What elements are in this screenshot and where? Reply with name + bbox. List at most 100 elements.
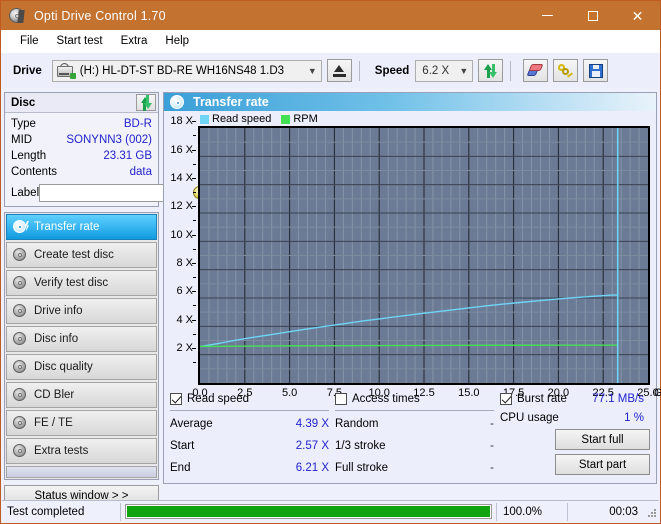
disc-row-contents: Contents data: [11, 164, 152, 180]
drive-select-value: (H:) HL-DT-ST BD-RE WH16NS48 1.D3: [79, 64, 285, 77]
sidebar-item-label: Disc info: [34, 333, 79, 345]
drive-toolbar: Drive (H:) HL-DT-ST BD-RE WH16NS48 1.D3 …: [1, 52, 660, 88]
disc-icon: [12, 275, 28, 291]
disc-panel-title: Disc: [11, 96, 36, 109]
sidebar: Disc Type BD-R MID SONYNN3 (002) Length …: [4, 92, 208, 507]
legend-label-rpm: RPM: [293, 113, 318, 126]
y-tick-label: 4 X: [176, 313, 193, 326]
end-key: End: [170, 462, 191, 474]
y-axis-labels: 2 X 4 X 6 X 8 X 10 X 12 X 14 X 16 X 18 X: [164, 115, 196, 390]
y-tick-label: 8 X: [176, 256, 193, 269]
burst-rate-value: 77.1 MB/s: [592, 392, 644, 405]
progress-percent: 100.0%: [503, 505, 543, 518]
y-tick-mark: [192, 234, 196, 236]
burst-rate-checkbox[interactable]: [500, 392, 512, 405]
y-tick-mark: [192, 121, 196, 123]
y-tick-label: 16 X: [170, 143, 193, 156]
menu-item-extra[interactable]: Extra: [112, 33, 157, 49]
eject-button[interactable]: [326, 59, 352, 82]
disc-mid-value: SONYNN3 (002): [66, 134, 152, 146]
menu-bar: File Start test Extra Help: [1, 30, 660, 52]
access-times-checkbox-row[interactable]: Access times: [335, 390, 500, 407]
eject-icon: [332, 64, 346, 77]
start-part-button[interactable]: Start part: [555, 454, 650, 475]
sidebar-item-label: CD Bler: [34, 389, 75, 401]
stat-row-end: End 6.21 X: [170, 457, 335, 479]
access-times-column: Access times Random - 1/3 stroke - Full …: [335, 390, 500, 479]
keys-button[interactable]: [553, 59, 579, 82]
window-controls: ✕: [525, 1, 660, 30]
sidebar-item-disc-info[interactable]: Disc info: [6, 326, 157, 352]
disc-icon: [12, 219, 29, 235]
chart-plot-area: [198, 126, 650, 386]
disc-contents-key: Contents: [11, 166, 58, 178]
start-full-button[interactable]: Start full: [555, 429, 650, 450]
progress-bar-fill: [127, 506, 490, 517]
sidebar-item-transfer-rate[interactable]: Transfer rate: [6, 214, 157, 240]
menu-item-start-test[interactable]: Start test: [48, 33, 112, 49]
minimize-button[interactable]: [525, 1, 570, 30]
menu-item-file[interactable]: File: [11, 33, 48, 49]
y-tick-mark: [192, 149, 196, 151]
test-navigation-list: Transfer rate Create test disc Verify te…: [4, 212, 159, 480]
application-window: Opti Drive Control 1.70 ✕ File Start tes…: [0, 0, 661, 524]
legend-read-speed: Read speed: [200, 113, 271, 125]
y-tick-label: 18 X: [170, 115, 193, 128]
stat-row-average: Average 4.39 X: [170, 413, 335, 435]
read-speed-checkbox-row[interactable]: Read speed: [170, 390, 335, 407]
erase-button[interactable]: [523, 59, 549, 82]
status-divider-1: [120, 502, 121, 521]
y-tick-mark: [192, 347, 196, 349]
close-button[interactable]: ✕: [615, 1, 660, 30]
main-panel: Transfer rate Read speed RPM 2 X 4 X 6 X 8 …: [163, 92, 661, 484]
average-value: 4.39 X: [295, 418, 329, 430]
refresh-icon: [140, 94, 153, 111]
sidebar-item-drive-info[interactable]: Drive info: [6, 298, 157, 324]
sidebar-item-verify-test-disc[interactable]: Verify test disc: [6, 270, 157, 296]
chevron-down-icon: ▼: [307, 65, 317, 76]
sidebar-item-cd-bler[interactable]: CD Bler: [6, 382, 157, 408]
y-tick-mark: [192, 319, 196, 321]
resize-grip[interactable]: [646, 507, 656, 517]
sidebar-item-create-test-disc[interactable]: Create test disc: [6, 242, 157, 268]
sidebar-item-fe-te[interactable]: FE / TE: [6, 410, 157, 436]
save-button[interactable]: [583, 59, 609, 82]
sidebar-item-disc-quality[interactable]: Disc quality: [6, 354, 157, 380]
y-tick-mark-minor: [193, 305, 196, 307]
disc-panel: Disc Type BD-R MID SONYNN3 (002) Length …: [4, 92, 208, 207]
disc-icon: [12, 359, 28, 375]
read-speed-label: Read speed: [187, 392, 250, 405]
read-speed-checkbox[interactable]: [170, 392, 182, 405]
toolbar-divider-2: [510, 60, 512, 81]
disc-info-list: Type BD-R MID SONYNN3 (002) Length 23.31…: [5, 113, 208, 206]
y-tick-mark-minor: [193, 135, 196, 137]
access-times-checkbox[interactable]: [335, 392, 347, 405]
stat-row-third-stroke: 1/3 stroke -: [335, 435, 500, 457]
refresh-button[interactable]: [478, 59, 504, 82]
disc-label-key: Label: [11, 186, 40, 199]
chart-legend: Read speed RPM: [200, 113, 324, 125]
full-stroke-key: Full stroke: [335, 462, 389, 474]
burst-rate-checkbox-row[interactable]: Burst rate 77.1 MB/s: [500, 390, 650, 407]
chart-svg: [200, 128, 648, 384]
divider: [335, 410, 494, 411]
start-value: 2.57 X: [295, 440, 329, 452]
sidebar-item-extra-tests[interactable]: Extra tests: [6, 438, 157, 464]
speed-select[interactable]: 6.2 X ▼: [415, 59, 474, 82]
menu-item-help[interactable]: Help: [156, 33, 198, 49]
stat-row-cpu-usage: CPU usage 1 %: [500, 407, 650, 429]
disc-icon: [12, 331, 28, 347]
random-value: -: [490, 418, 494, 430]
disc-refresh-button[interactable]: [136, 94, 156, 111]
main-panel-header: Transfer rate: [164, 93, 656, 112]
y-tick-mark: [192, 262, 196, 264]
disc-icon: [12, 303, 28, 319]
speed-label: Speed: [374, 64, 410, 77]
maximize-button[interactable]: [570, 1, 615, 30]
sidebar-item-label: Transfer rate: [34, 221, 100, 233]
random-key: Random: [335, 418, 379, 430]
disc-row-mid: MID SONYNN3 (002): [11, 132, 152, 148]
disc-type-value: BD-R: [123, 118, 152, 130]
drive-select[interactable]: (H:) HL-DT-ST BD-RE WH16NS48 1.D3 ▼: [51, 59, 322, 82]
window-title: Opti Drive Control 1.70: [34, 8, 166, 23]
